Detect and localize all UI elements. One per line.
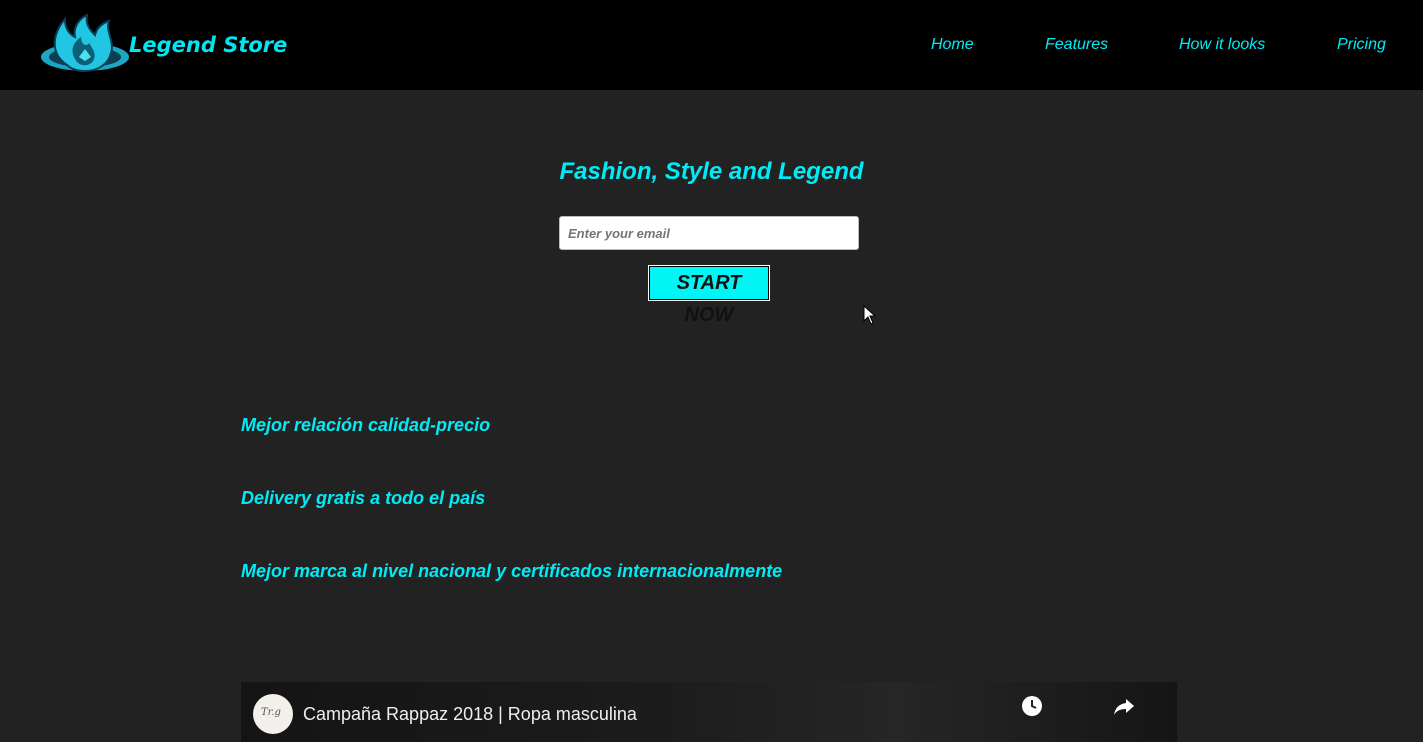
mouse-cursor-icon xyxy=(863,305,877,325)
channel-avatar[interactable]: Tr.g xyxy=(253,694,293,734)
nav-how-it-looks[interactable]: How it looks xyxy=(1179,36,1265,54)
feature-item: Mejor relación calidad-precio xyxy=(241,415,491,435)
nav-features[interactable]: Features xyxy=(1045,36,1108,54)
start-now-button[interactable]: START NOW xyxy=(648,265,770,326)
email-input[interactable] xyxy=(559,216,859,250)
hero-title: Fashion, Style and Legend xyxy=(559,158,864,185)
clock-icon[interactable] xyxy=(1020,694,1044,723)
video-title[interactable]: Campaña Rappaz 2018 | Ropa masculina xyxy=(303,704,637,725)
feature-item: Delivery gratis a todo el país xyxy=(241,488,486,508)
logo[interactable]: Legend Store xyxy=(39,13,299,77)
video-embed[interactable]: Tr.g Campaña Rappaz 2018 | Ropa masculin… xyxy=(241,682,1177,742)
flame-logo-icon xyxy=(41,13,129,73)
feature-item: Mejor marca al nivel nacional y certific… xyxy=(241,561,783,581)
share-icon[interactable] xyxy=(1112,694,1136,723)
nav-pricing[interactable]: Pricing xyxy=(1337,36,1386,54)
logo-text: Legend Store xyxy=(129,33,288,57)
site-header: Legend Store Home Features How it looks … xyxy=(0,0,1423,90)
nav-home[interactable]: Home xyxy=(931,36,974,54)
